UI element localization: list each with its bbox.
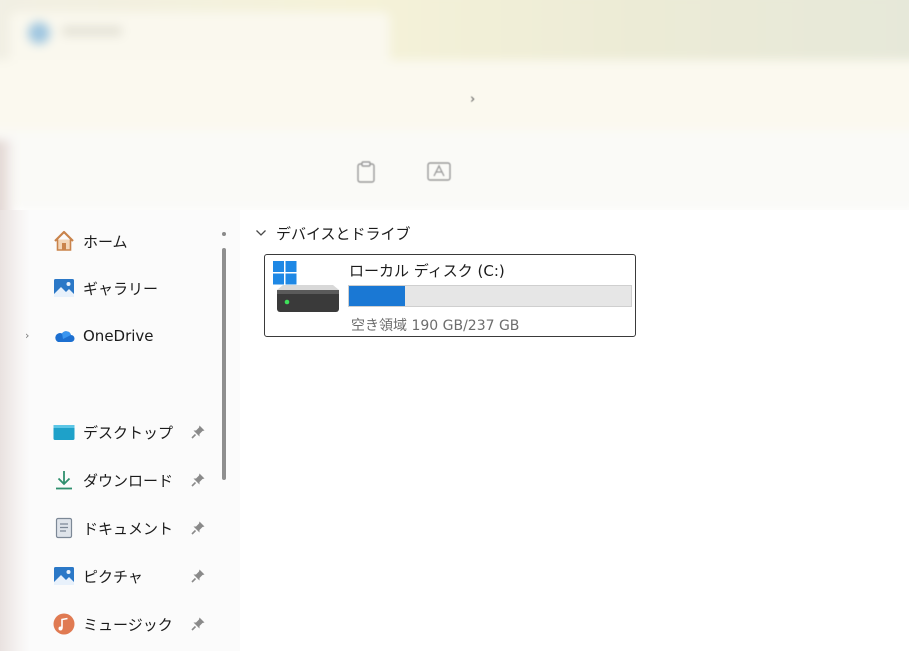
pin-icon[interactable]	[190, 520, 206, 536]
section-header-devices[interactable]: デバイスとドライブ	[254, 222, 411, 244]
paste-icon[interactable]	[355, 160, 377, 189]
section-title: デバイスとドライブ	[276, 224, 411, 243]
address-bar	[0, 60, 909, 178]
drive-free-space: 空き領域 190 GB/237 GB	[351, 318, 520, 334]
sidebar-item-documents[interactable]: ドキュメント	[52, 514, 173, 542]
sidebar-scrollbar-thumb[interactable]	[222, 248, 226, 480]
sidebar-item-pictures[interactable]: ピクチャ	[52, 562, 143, 590]
drive-usage-fill	[349, 286, 405, 306]
explorer-tab[interactable]	[10, 12, 390, 60]
chevron-down-icon	[256, 230, 266, 236]
breadcrumb-chevron-icon[interactable]: ›	[470, 92, 475, 107]
rename-icon[interactable]	[426, 160, 452, 189]
window-chrome-blurred: ›	[0, 0, 909, 210]
desktop-folder-icon	[52, 420, 76, 444]
sidebar-item-label: ミュージック	[83, 615, 173, 634]
title-bar	[0, 0, 909, 60]
sidebar-item-label: ホーム	[83, 232, 128, 251]
drive-usage-bar	[348, 285, 632, 307]
gallery-icon	[52, 276, 76, 300]
music-icon	[52, 612, 76, 636]
sidebar-item-downloads[interactable]: ダウンロード	[52, 466, 173, 494]
onedrive-cloud-icon	[52, 324, 76, 348]
expand-chevron-icon[interactable]: ›	[25, 329, 29, 342]
pin-icon[interactable]	[190, 616, 206, 632]
pin-icon[interactable]	[190, 568, 206, 584]
pin-icon[interactable]	[190, 424, 206, 440]
home-icon	[52, 229, 76, 253]
pictures-icon	[52, 564, 76, 588]
sidebar-item-label: ダウンロード	[83, 471, 174, 490]
sidebar-item-gallery[interactable]: ギャラリー	[52, 274, 158, 302]
windows-drive-icon	[273, 261, 339, 312]
drive-tile-c[interactable]: ローカル ディスク (C:) 空き領域 190 GB/237 GB	[264, 254, 636, 337]
sidebar-item-label: ドキュメント	[83, 519, 174, 538]
tab-explorer-icon	[28, 22, 50, 44]
sidebar-item-label: デスクトップ	[83, 423, 174, 442]
sidebar-item-desktop[interactable]: デスクトップ	[52, 418, 173, 446]
drive-name: ローカル ディスク (C:)	[349, 262, 505, 280]
download-arrow-icon	[52, 468, 76, 492]
pin-icon[interactable]	[190, 472, 206, 488]
tab-title	[62, 26, 122, 36]
document-icon	[52, 516, 76, 540]
sidebar-item-onedrive[interactable]: OneDrive	[52, 322, 154, 350]
scroll-up-indicator[interactable]	[222, 232, 226, 236]
command-bar	[0, 130, 909, 210]
sidebar-item-home[interactable]: ホーム	[52, 227, 128, 255]
sidebar-item-label: OneDrive	[83, 327, 154, 345]
sidebar-item-music[interactable]: ミュージック	[52, 610, 173, 638]
sidebar-item-label: ギャラリー	[83, 279, 159, 298]
sidebar-item-label: ピクチャ	[83, 567, 143, 586]
